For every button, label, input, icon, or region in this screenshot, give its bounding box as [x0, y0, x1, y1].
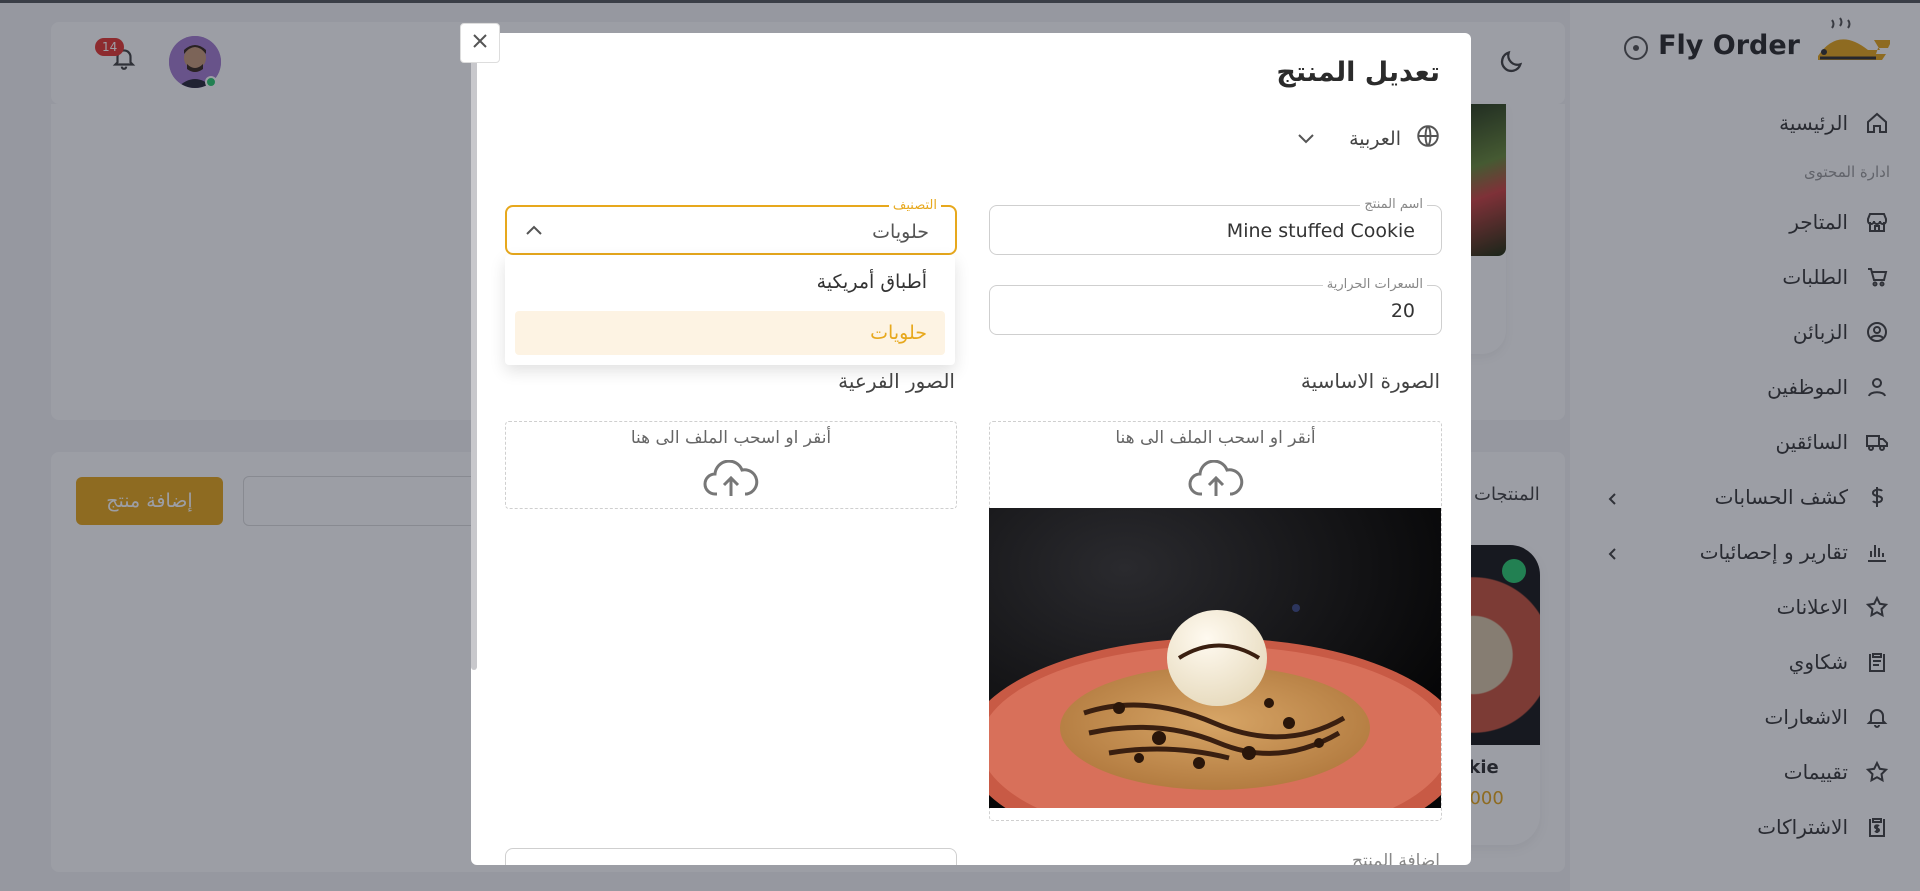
calories-field[interactable]: السعرات الحرارية 20 [989, 277, 1442, 335]
sub-images-dropzone[interactable]: أنقر او اسحب الملف الى هنا [505, 421, 957, 509]
main-product-image [989, 508, 1441, 808]
dropzone-text: أنقر او اسحب الملف الى هنا [1115, 428, 1316, 448]
language-label: العربية [1349, 127, 1401, 150]
language-selector[interactable]: العربية [1297, 123, 1441, 154]
close-icon [470, 31, 490, 55]
chevron-down-icon [1297, 128, 1315, 150]
chevron-up-icon [525, 221, 543, 240]
modal-title: تعديل المنتج [1276, 57, 1440, 88]
main-image-label: الصورة الاساسية [1300, 369, 1440, 393]
cloud-upload-icon [703, 459, 759, 504]
sub-images-label: الصور الفرعية [838, 369, 955, 393]
calories-value: 20 [1390, 300, 1415, 322]
cloud-upload-icon [1188, 459, 1244, 504]
category-dropdown: أطباق أمريكية حلويات [505, 255, 955, 365]
product-name-field[interactable]: اسم المنتج Mine stuffed Cookie [989, 197, 1442, 255]
product-name-value: Mine stuffed Cookie [1226, 220, 1415, 242]
dropzone-text: أنقر او اسحب الملف الى هنا [630, 428, 832, 448]
close-button[interactable] [460, 23, 500, 63]
category-option-american[interactable]: أطباق أمريكية [817, 271, 927, 293]
calories-label: السعرات الحرارية [1322, 277, 1427, 292]
category-select[interactable]: التصنيف حلويات [505, 198, 957, 255]
extra-field[interactable] [505, 848, 957, 865]
product-name-label: اسم المنتج [1360, 197, 1427, 212]
modal-scrollbar[interactable] [471, 55, 477, 670]
category-option-sweets[interactable]: حلويات [515, 311, 945, 355]
bottom-section-label: إضافة المنتج [1352, 851, 1440, 865]
top-border [0, 0, 1920, 3]
category-value: حلويات [872, 221, 929, 243]
category-label: التصنيف [888, 198, 941, 213]
globe-icon [1415, 123, 1441, 154]
edit-product-modal: تعديل المنتج العربية اسم المنتج Mine stu… [471, 33, 1471, 865]
